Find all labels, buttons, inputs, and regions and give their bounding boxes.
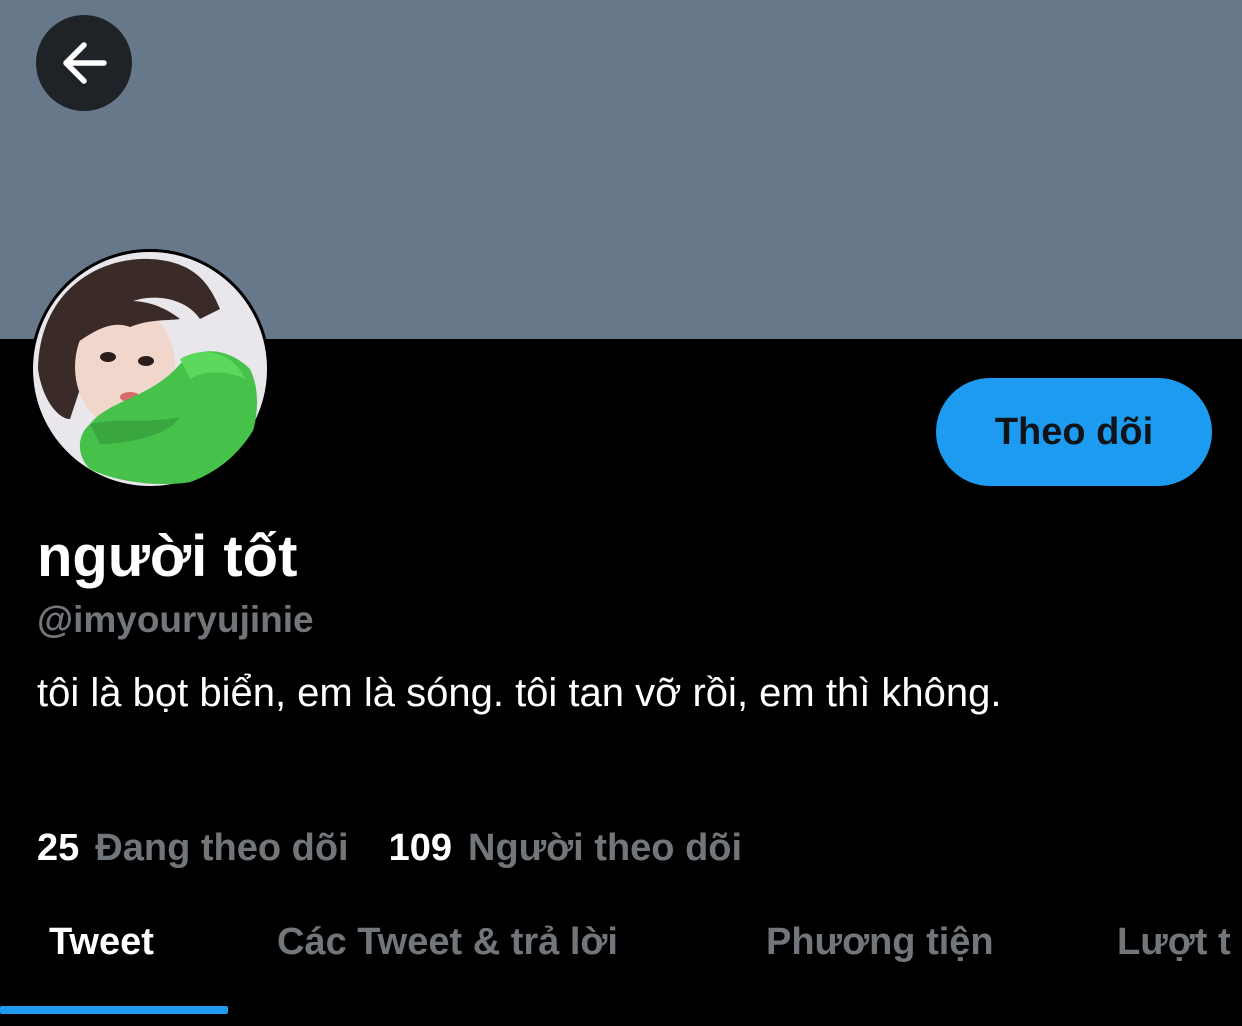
tab-media[interactable]: Phương tiện: [766, 912, 994, 972]
profile-tabs: Tweet Các Tweet & trả lời Phương tiện Lư…: [0, 900, 1242, 1026]
profile-bio: tôi là bọt biển, em là sóng. tôi tan vỡ …: [37, 671, 1002, 715]
back-button[interactable]: [36, 15, 132, 111]
display-name: người tốt: [37, 524, 298, 589]
follow-button[interactable]: Theo dõi: [936, 378, 1212, 486]
profile-page: Theo dõi người tốt @imyouryujinie tôi là…: [0, 0, 1242, 1026]
following-link[interactable]: 25 Đang theo dõi: [37, 827, 349, 870]
tab-tweets-and-replies[interactable]: Các Tweet & trả lời: [277, 912, 618, 972]
avatar[interactable]: [30, 249, 270, 489]
user-handle: @imyouryujinie: [37, 599, 314, 640]
followers-label: Người theo dõi: [468, 826, 743, 869]
tab-tweets[interactable]: Tweet: [49, 912, 154, 972]
followers-count: 109: [388, 826, 452, 869]
followers-link[interactable]: 109 Người theo dõi: [389, 827, 742, 870]
avatar-image: [30, 249, 270, 489]
tab-likes[interactable]: Lượt t: [1117, 912, 1231, 972]
follow-stats: 25 Đang theo dõi 109 Người theo dõi: [37, 823, 742, 873]
active-tab-indicator: [0, 1006, 228, 1014]
following-count: 25: [37, 826, 80, 869]
following-label: Đang theo dõi: [95, 826, 349, 869]
arrow-left-icon: [63, 42, 107, 84]
